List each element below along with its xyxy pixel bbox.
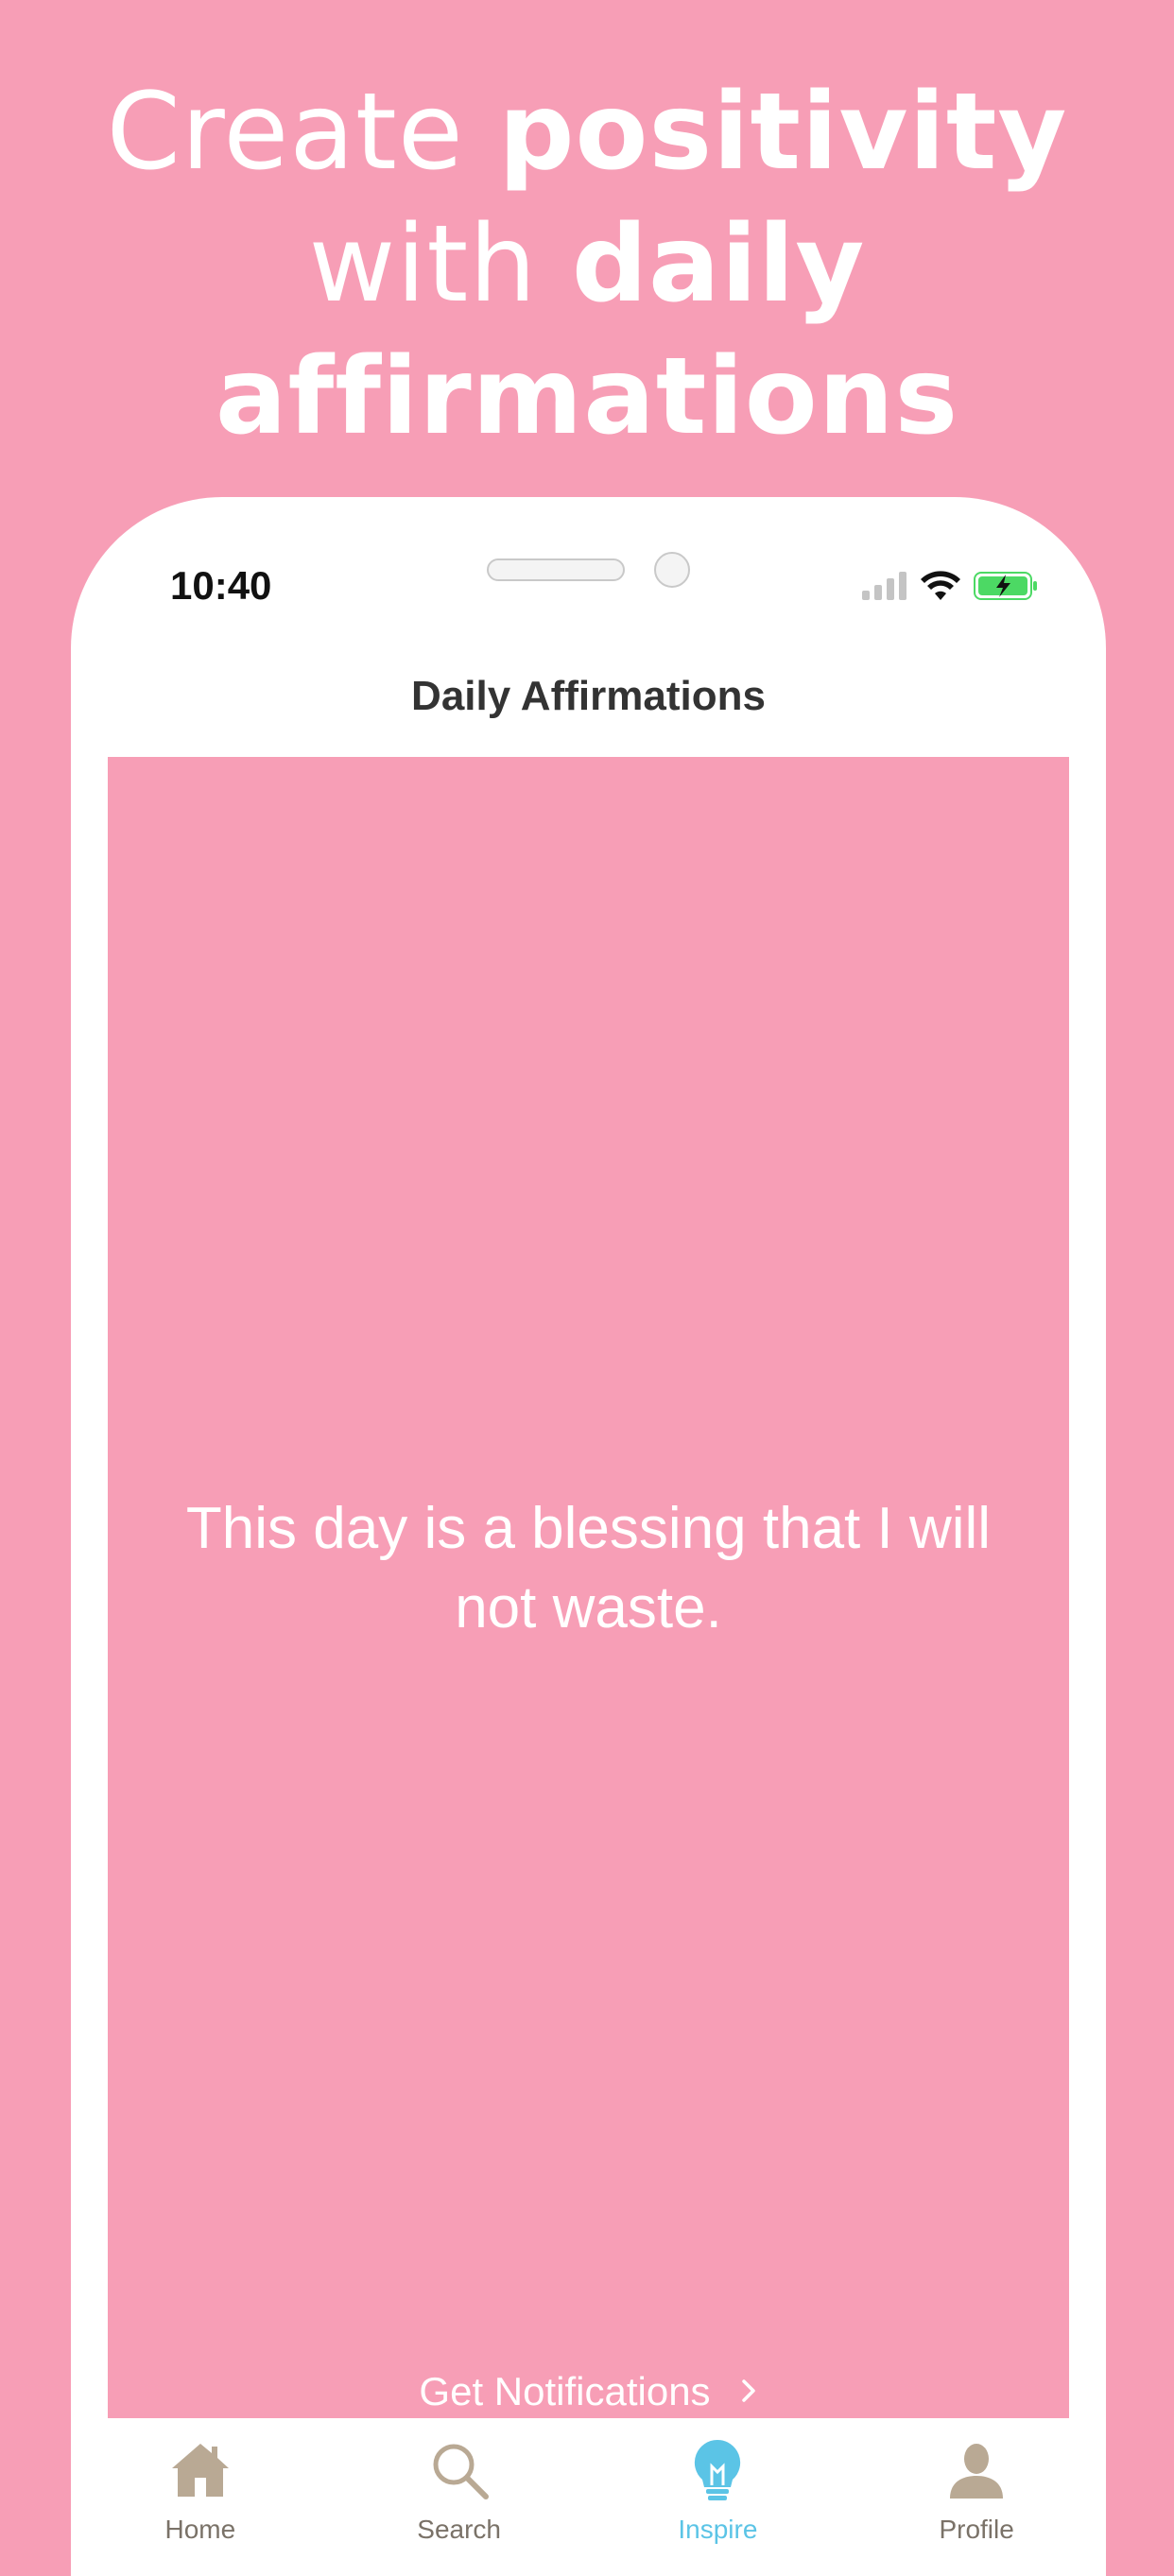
status-icons <box>862 571 1038 606</box>
affirmation-card: This day is a blessing that I will not w… <box>108 757 1069 2418</box>
headline-line1-bold: positivity <box>498 71 1068 194</box>
phone-speaker <box>487 558 625 581</box>
get-notifications-button[interactable]: Get Notifications <box>108 2363 1069 2420</box>
tab-home[interactable]: Home <box>106 2418 295 2550</box>
lightbulb-icon <box>684 2437 751 2503</box>
search-icon <box>426 2437 492 2503</box>
get-notifications-label: Get Notifications <box>419 2369 711 2413</box>
chevron-right-icon <box>739 2369 758 2414</box>
signal-icon <box>862 572 907 605</box>
profile-icon <box>943 2437 1010 2503</box>
tab-profile[interactable]: Profile <box>882 2418 1071 2550</box>
page-title: Daily Affirmations <box>411 673 766 719</box>
headline-line2-light: with <box>308 203 572 326</box>
phone-frame: 10:40 Daily Affirmations This day is a b… <box>71 497 1106 2576</box>
status-time: 10:40 <box>170 563 272 608</box>
tab-profile-label: Profile <box>939 2515 1014 2544</box>
headline-line1-light: Create <box>106 71 499 194</box>
tab-inspire[interactable]: Inspire <box>623 2418 812 2550</box>
tab-search-label: Search <box>417 2515 501 2544</box>
tab-inspire-label: Inspire <box>678 2515 758 2544</box>
home-icon <box>167 2437 233 2503</box>
tab-home-label: Home <box>164 2515 236 2544</box>
headline-line2-bold: daily <box>571 203 866 326</box>
phone-camera <box>654 552 690 588</box>
headline-line3-bold: affirmations <box>215 335 959 458</box>
tab-bar: Home Search Inspire Profile <box>71 2418 1106 2550</box>
affirmation-text: This day is a blessing that I will not w… <box>185 1496 992 1640</box>
wifi-icon <box>921 571 960 606</box>
tab-search[interactable]: Search <box>365 2418 554 2550</box>
marketing-headline: Create positivity with daily affirmation… <box>0 66 1174 463</box>
battery-charging-icon <box>974 571 1038 606</box>
